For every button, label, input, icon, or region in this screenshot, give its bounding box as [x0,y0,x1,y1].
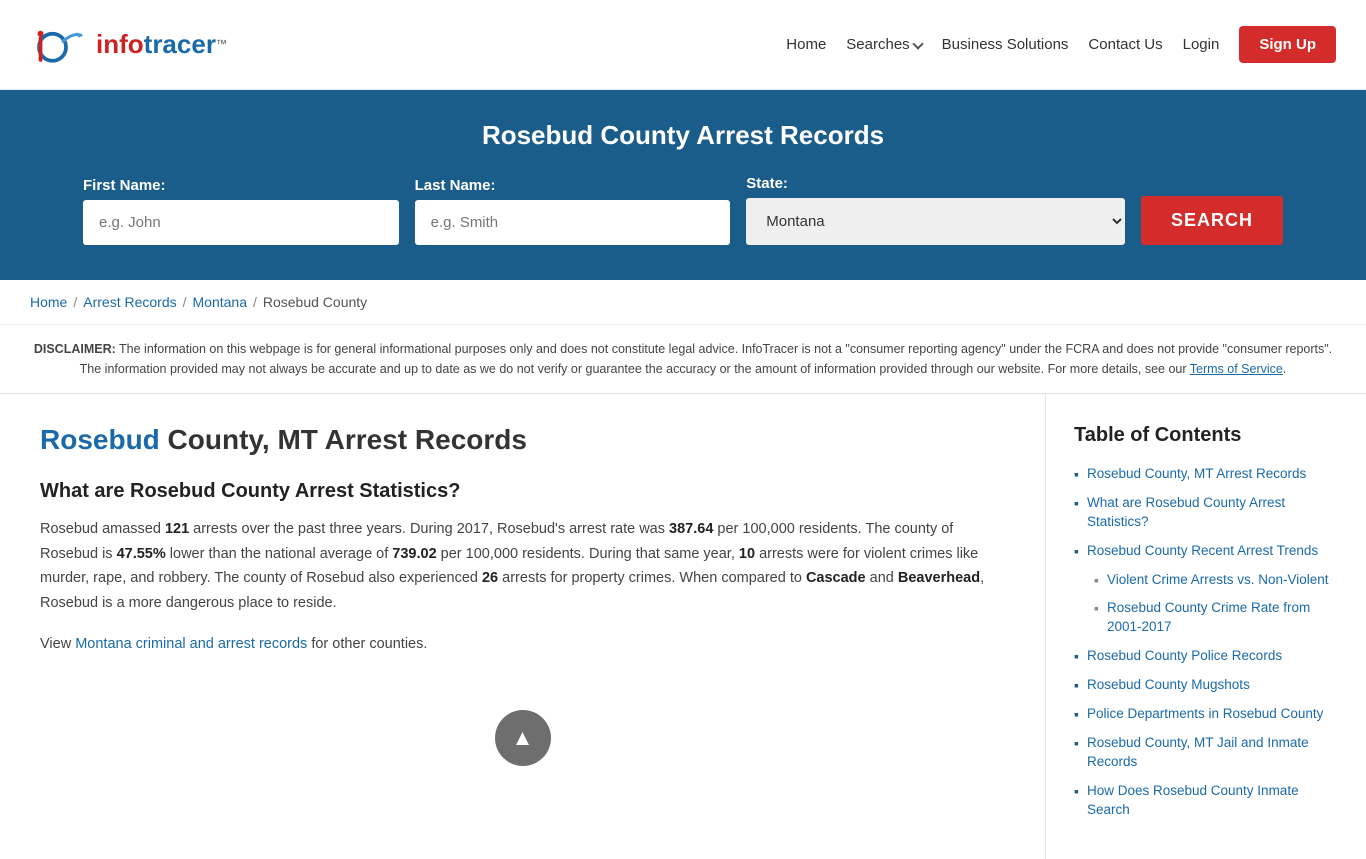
disclaimer-text: The information on this webpage is for g… [80,342,1333,376]
toc-heading: Table of Contents [1074,424,1338,447]
first-name-input[interactable] [83,200,399,245]
site-header: infotracer™ Home Searches Business Solut… [0,0,1366,90]
toc-item: How Does Rosebud County Inmate Search [1074,782,1338,820]
state-select[interactable]: Montana Alabama Alaska Arizona Arkansas … [746,198,1125,245]
toc-link-3[interactable]: Violent Crime Arrests vs. Non-Violent [1107,571,1329,590]
searches-chevron-icon [912,38,923,49]
toc-item: Rosebud County, MT Arrest Records [1074,465,1338,484]
article-heading-rest: County, MT Arrest Records [160,424,527,455]
nav-home[interactable]: Home [786,36,826,53]
montana-records-link[interactable]: Montana criminal and arrest records [75,636,307,652]
arrests-count: 121 [165,521,189,537]
nav-login[interactable]: Login [1183,36,1220,53]
toc-link-7[interactable]: Police Departments in Rosebud County [1087,705,1323,724]
nav-contact-us[interactable]: Contact Us [1088,36,1162,53]
breadcrumb-montana[interactable]: Montana [193,294,247,310]
nav-searches[interactable]: Searches [846,36,921,53]
main-content: Rosebud County, MT Arrest Records What a… [0,394,1366,859]
breadcrumb-rosebud-county: Rosebud County [263,294,367,310]
toc-item: Rosebud County Recent Arrest Trends [1074,542,1338,561]
toc-item: Violent Crime Arrests vs. Non-Violent [1094,571,1338,590]
article-heading: Rosebud County, MT Arrest Records [40,424,1005,456]
toc-link-6[interactable]: Rosebud County Mugshots [1087,676,1250,695]
view-link-paragraph: View Montana criminal and arrest records… [40,632,1005,657]
article-content: Rosebud County, MT Arrest Records What a… [0,394,1046,859]
section1-heading: What are Rosebud County Arrest Statistic… [40,480,1005,503]
toc-link-0[interactable]: Rosebud County, MT Arrest Records [1087,465,1306,484]
toc-link-4[interactable]: Rosebud County Crime Rate from 2001-2017 [1107,599,1338,637]
toc-list: Rosebud County, MT Arrest Records What ar… [1074,465,1338,819]
breadcrumb-arrest-records[interactable]: Arrest Records [83,294,176,310]
main-nav: Home Searches Business Solutions Contact… [786,26,1336,63]
terms-of-service-link[interactable]: Terms of Service [1190,362,1283,376]
county1: Cascade [806,570,866,586]
nav-signup[interactable]: Sign Up [1239,26,1336,63]
search-button[interactable]: SEARCH [1141,196,1283,245]
toc-link-2[interactable]: Rosebud County Recent Arrest Trends [1087,542,1318,561]
disclaimer-label: DISCLAIMER: [34,342,116,356]
logo[interactable]: infotracer™ [30,15,227,75]
breadcrumb-home[interactable]: Home [30,294,67,310]
hero-section: Rosebud County Arrest Records First Name… [0,90,1366,280]
property-arrests: 26 [482,570,498,586]
first-name-label: First Name: [83,177,399,194]
toc-link-9[interactable]: How Does Rosebud County Inmate Search [1087,782,1338,820]
breadcrumb-sep1: / [73,294,77,310]
county2: Beaverhead [898,570,980,586]
disclaimer-period: . [1283,362,1286,376]
logo-tm: ™ [216,38,227,50]
logo-info: info [96,29,144,59]
last-name-label: Last Name: [415,177,731,194]
page-title: Rosebud County Arrest Records [50,120,1316,151]
toc-item: Rosebud County, MT Jail and Inmate Recor… [1074,734,1338,772]
toc-item: Rosebud County Crime Rate from 2001-2017 [1094,599,1338,637]
toc-item: What are Rosebud County Arrest Statistic… [1074,494,1338,532]
scroll-to-top-button[interactable]: ▲ [495,710,551,766]
violent-arrests: 10 [739,546,755,562]
breadcrumb: Home / Arrest Records / Montana / Rosebu… [0,280,1366,325]
toc-link-8[interactable]: Rosebud County, MT Jail and Inmate Recor… [1087,734,1338,772]
section1-paragraph: Rosebud amassed 121 arrests over the pas… [40,517,1005,616]
nav-business-solutions[interactable]: Business Solutions [942,36,1069,53]
state-group: State: Montana Alabama Alaska Arizona Ar… [746,175,1125,245]
breadcrumb-sep2: / [183,294,187,310]
table-of-contents: Table of Contents Rosebud County, MT Arr… [1046,394,1366,859]
breadcrumb-sep3: / [253,294,257,310]
view-text: View [40,636,75,652]
toc-link-1[interactable]: What are Rosebud County Arrest Statistic… [1087,494,1338,532]
article-heading-highlight: Rosebud [40,424,160,455]
toc-item: Rosebud County Police Records [1074,647,1338,666]
last-name-input[interactable] [415,200,731,245]
arrest-rate: 387.64 [669,521,713,537]
last-name-group: Last Name: [415,177,731,245]
first-name-group: First Name: [83,177,399,245]
search-form: First Name: Last Name: State: Montana Al… [83,175,1283,245]
percent-lower: 47.55% [117,546,166,562]
view-text2: for other counties. [307,636,427,652]
toc-item: Rosebud County Mugshots [1074,676,1338,695]
state-label: State: [746,175,1125,192]
national-avg: 739.02 [392,546,436,562]
disclaimer-bar: DISCLAIMER: The information on this webp… [0,325,1366,394]
toc-link-5[interactable]: Rosebud County Police Records [1087,647,1282,666]
logo-tracer: tracer [144,29,216,59]
toc-item: Police Departments in Rosebud County [1074,705,1338,724]
